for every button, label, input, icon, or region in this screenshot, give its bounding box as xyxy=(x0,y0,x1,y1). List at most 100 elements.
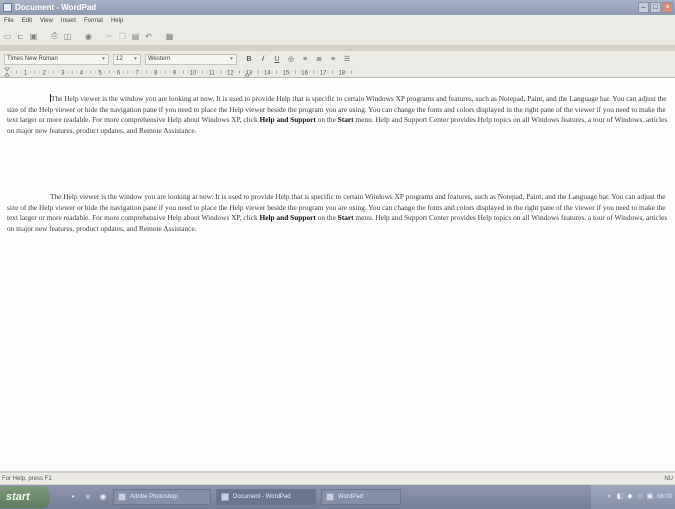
paste-icon[interactable]: ▤ xyxy=(130,31,141,42)
help-and-support-bold: Help and Support xyxy=(259,115,316,124)
start-button[interactable]: start xyxy=(0,486,50,508)
align-center-icon[interactable]: ≣ xyxy=(313,54,325,65)
color-icon[interactable]: ◎ xyxy=(285,54,297,65)
menu-insert[interactable]: Insert xyxy=(57,18,80,24)
system-tray: ◐ ◧ ◆ ◇ ▣ 06:00 xyxy=(591,485,675,509)
copy-icon[interactable]: ❐ xyxy=(117,31,128,42)
wordpad-icon xyxy=(326,493,334,501)
media-player-icon[interactable]: ◉ xyxy=(98,492,108,502)
security-icon[interactable]: ◆ xyxy=(626,493,634,501)
ruler-number: 14 xyxy=(264,70,271,76)
ruler-number: 8 xyxy=(154,70,158,76)
document-paragraph: The Help viewer is the window you are lo… xyxy=(7,94,675,136)
save-icon[interactable]: ▣ xyxy=(28,31,39,42)
update-icon[interactable]: ◇ xyxy=(636,493,644,501)
script-select[interactable]: Western ▼ xyxy=(145,53,237,65)
chevron-down-icon: ▼ xyxy=(229,55,234,62)
bullets-icon[interactable]: ☰ xyxy=(341,54,353,65)
task-label: Adobe Photoshop xyxy=(130,494,178,500)
ruler[interactable]: 1 2 3 4 5 6 7 8 9 10 11 12 13 14 15 16 17 18 xyxy=(0,67,675,78)
clock[interactable]: 06:00 xyxy=(657,494,672,500)
menu-bar: File Edit View Insert Format Help xyxy=(0,15,675,27)
wordpad-app-icon[interactable] xyxy=(3,3,12,12)
toolbar-separator xyxy=(75,31,81,42)
menu-view[interactable]: View xyxy=(36,18,57,24)
ruler-number: 1 xyxy=(24,70,28,76)
underline-button[interactable]: U xyxy=(271,54,283,65)
ruler-number: 3 xyxy=(61,70,65,76)
start-label: start xyxy=(6,491,30,503)
task-wordpad[interactable]: WordPad xyxy=(321,489,401,505)
new-icon[interactable]: ▭ xyxy=(2,31,13,42)
ruler-number: 15 xyxy=(283,70,290,76)
menu-help[interactable]: Help xyxy=(107,18,127,24)
chevron-down-icon: ▼ xyxy=(101,55,106,62)
title-bar[interactable]: Document - WordPad – □ × xyxy=(0,0,675,15)
start-bold: Start xyxy=(337,213,354,222)
menu-format[interactable]: Format xyxy=(80,18,107,24)
volume-icon[interactable]: ◧ xyxy=(616,493,624,501)
document-area[interactable]: The Help viewer is the window you are lo… xyxy=(0,78,675,471)
task-photoshop[interactable]: Adobe Photoshop xyxy=(113,489,211,505)
task-wordpad-document[interactable]: Document - WordPad xyxy=(216,489,316,505)
internet-explorer-icon[interactable]: e xyxy=(83,492,93,502)
toolbar-separator xyxy=(96,31,102,42)
menu-edit[interactable]: Edit xyxy=(18,18,36,24)
menu-file[interactable]: File xyxy=(0,18,18,24)
display-icon[interactable]: ▣ xyxy=(646,493,654,501)
chevron-down-icon: ▼ xyxy=(133,55,138,62)
ruler-scale: 1 2 3 4 5 6 7 8 9 10 11 12 13 14 15 16 17 18 xyxy=(4,67,357,77)
ruler-number: 10 xyxy=(190,70,197,76)
ruler-number: 9 xyxy=(173,70,177,76)
photoshop-icon xyxy=(118,493,126,501)
print-icon[interactable]: ⎙ xyxy=(49,31,60,42)
document-paragraph: The Help viewer is the window you are lo… xyxy=(7,192,675,234)
cut-icon[interactable]: ✂ xyxy=(104,31,115,42)
print-preview-icon[interactable]: ◫ xyxy=(62,31,73,42)
font-size-select[interactable]: 12 ▼ xyxy=(113,53,141,65)
ruler-number: 12 xyxy=(227,70,234,76)
first-indent-marker[interactable] xyxy=(4,67,10,72)
left-indent-marker[interactable] xyxy=(4,72,10,77)
ruler-number: 7 xyxy=(136,70,140,76)
open-icon[interactable]: ⊏ xyxy=(15,31,26,42)
wordpad-icon xyxy=(221,493,229,501)
ruler-number: 11 xyxy=(208,70,215,76)
ruler-number: 2 xyxy=(43,70,47,76)
ruler-number: 4 xyxy=(80,70,84,76)
maximize-button[interactable]: □ xyxy=(650,2,661,13)
undo-icon[interactable]: ↶ xyxy=(143,31,154,42)
toolbar-separator xyxy=(156,31,162,42)
ruler-number: 16 xyxy=(301,70,308,76)
ruler-number: 17 xyxy=(320,70,327,76)
script-value: Western xyxy=(148,56,171,62)
close-button[interactable]: × xyxy=(662,2,673,13)
ruler-number: 6 xyxy=(117,70,121,76)
italic-button[interactable]: / xyxy=(257,54,269,65)
minimize-button[interactable]: – xyxy=(638,2,649,13)
paragraph-text: on the xyxy=(315,115,338,124)
task-label: WordPad xyxy=(338,494,363,500)
network-icon[interactable]: ◐ xyxy=(606,493,614,501)
num-lock-indicator: NU xyxy=(664,475,673,482)
find-icon[interactable]: ◉ xyxy=(83,31,94,42)
format-bar: Times New Roman ▼ 12 ▼ Western ▼ B / U ◎… xyxy=(0,51,675,67)
bold-button[interactable]: B xyxy=(243,54,255,65)
font-size-value: 12 xyxy=(116,56,123,62)
help-and-support-bold: Help and Support xyxy=(259,213,316,222)
font-name-select[interactable]: Times New Roman ▼ xyxy=(4,53,109,65)
date-time-icon[interactable]: ▦ xyxy=(164,31,175,42)
window-controls: – □ × xyxy=(638,2,673,13)
ruler-number: 18 xyxy=(338,70,345,76)
ruler-number: 5 xyxy=(98,70,102,76)
start-bold: Start xyxy=(337,115,354,124)
window-title: Document - WordPad xyxy=(15,3,97,12)
show-desktop-icon[interactable]: ▪ xyxy=(68,492,78,502)
standard-toolbar: ▭ ⊏ ▣ ⎙ ◫ ◉ ✂ ❐ ▤ ↶ ▦ xyxy=(0,27,675,46)
font-name-value: Times New Roman xyxy=(7,56,58,62)
taskbar: start ▪ e ◉ Adobe Photoshop Document - W… xyxy=(0,485,675,509)
align-right-icon[interactable]: ≡ xyxy=(327,54,339,65)
paragraph-text: on the xyxy=(315,213,338,222)
align-left-icon[interactable]: ≡ xyxy=(299,54,311,65)
toolbar-separator xyxy=(41,31,47,42)
